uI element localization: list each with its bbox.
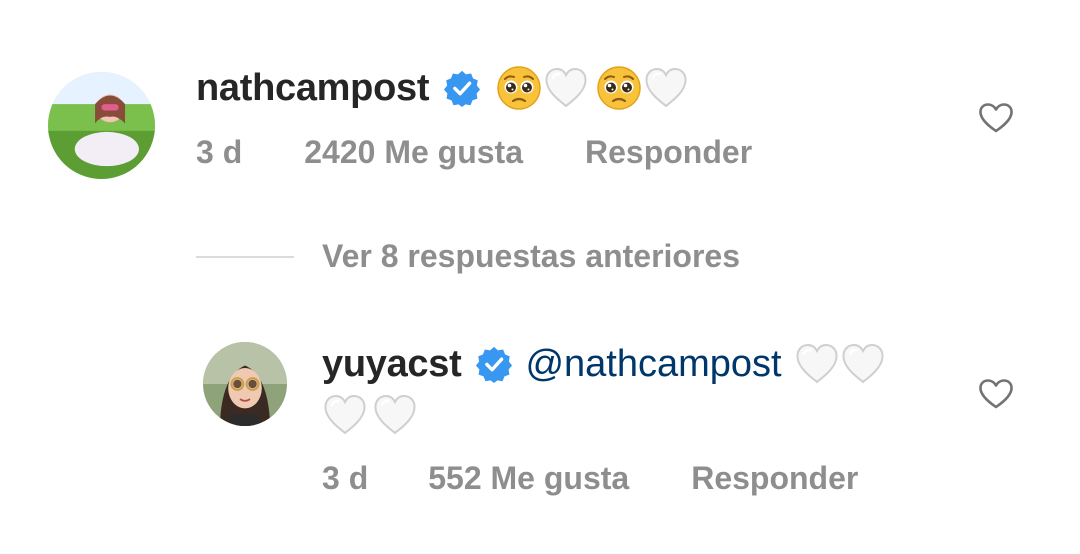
white-heart-icon <box>840 342 886 386</box>
reply-time: 3 d <box>322 460 369 496</box>
comment-time: 3 d <box>196 134 243 170</box>
comment-emojis <box>495 64 689 112</box>
avatar-photo <box>48 72 155 179</box>
white-heart-icon <box>643 66 689 110</box>
verified-badge-icon <box>475 345 513 383</box>
reply-likes-count[interactable]: 552 Me gusta <box>428 460 629 497</box>
reply-line-2 <box>322 392 418 438</box>
comment-meta: 3 d 2420 Me gusta Responder <box>196 134 752 171</box>
reply-emojis-line1 <box>794 342 886 386</box>
reply-mention-link[interactable]: @nathcampost <box>525 343 781 386</box>
reply-like-icon[interactable] <box>978 378 1014 410</box>
white-heart-icon <box>322 393 368 437</box>
comment-reply-button[interactable]: Responder <box>585 134 752 171</box>
comment-likes-count[interactable]: 2420 Me gusta <box>304 134 523 171</box>
white-heart-icon <box>372 393 418 437</box>
avatar-yuyacst[interactable] <box>203 342 287 426</box>
reply-reply-button[interactable]: Responder <box>691 460 858 497</box>
avatar-photo <box>203 342 287 426</box>
reply-meta: 3 d 552 Me gusta Responder <box>322 460 858 497</box>
pleading-face-icon <box>495 64 543 112</box>
avatar-nathcampost[interactable] <box>48 72 155 179</box>
comment-like-icon[interactable] <box>978 102 1014 134</box>
replies-divider <box>196 256 294 258</box>
view-previous-replies-button[interactable]: Ver 8 respuestas anteriores <box>322 238 740 275</box>
white-heart-icon <box>543 66 589 110</box>
pleading-face-icon <box>595 64 643 112</box>
comment-line: nathcampost <box>196 62 689 114</box>
white-heart-icon <box>794 342 840 386</box>
comment-username[interactable]: nathcampost <box>196 67 429 110</box>
reply-username[interactable]: yuyacst <box>322 343 462 386</box>
verified-badge-icon <box>443 69 481 107</box>
reply-line: yuyacst @nathcampost <box>322 338 886 390</box>
